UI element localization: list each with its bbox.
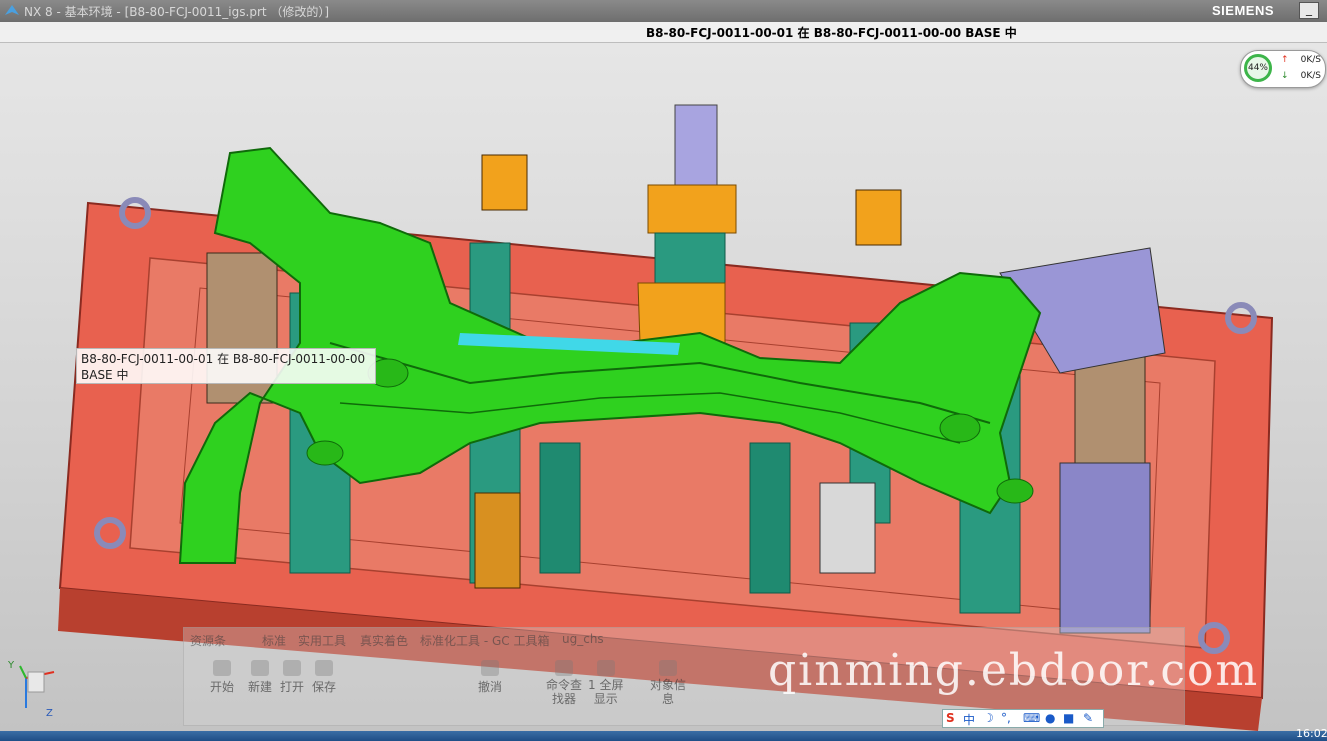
orange-pad xyxy=(637,282,726,344)
siemens-brand: SIEMENS xyxy=(1212,3,1275,18)
cpu-percent-ring: 44% xyxy=(1244,54,1272,82)
save-icon xyxy=(315,660,333,676)
open-button[interactable]: 打开 xyxy=(280,660,304,695)
teal-block xyxy=(654,232,726,284)
undo-icon xyxy=(481,660,499,676)
bushing xyxy=(939,413,981,443)
command-finder-icon xyxy=(555,660,573,676)
save-button[interactable]: 保存 xyxy=(312,660,336,695)
tab-gc-toolkit[interactable]: 标准化工具 - GC 工具箱 xyxy=(420,632,549,649)
purple-clamp xyxy=(1059,462,1151,634)
teal-clamp xyxy=(749,442,791,594)
z-axis-label: Z xyxy=(46,708,53,718)
object-info-button[interactable]: 对象信 息 xyxy=(650,660,686,706)
orange-clamp-head xyxy=(481,154,528,211)
network-monitor[interactable]: 44% ↑ 0K/S ↓ 0K/S xyxy=(1240,50,1326,88)
punctuation-icon[interactable]: °, xyxy=(1001,711,1011,725)
start-icon xyxy=(213,660,231,676)
skin-icon[interactable]: ■ xyxy=(1063,711,1074,725)
nx-logo-icon xyxy=(5,5,19,15)
orange-clamp-head xyxy=(855,189,902,246)
new-button[interactable]: 新建 xyxy=(248,660,272,695)
upload-arrow-icon: ↑ xyxy=(1281,55,1289,65)
window-title-bar: NX 8 - 基本环境 - [B8-80-FCJ-0011_igs.prt （修… xyxy=(0,0,1327,22)
status-line: B8-80-FCJ-0011-00-01 在 B8-80-FCJ-0011-00… xyxy=(0,22,1327,43)
bushing xyxy=(306,440,344,466)
minimize-button[interactable]: _ xyxy=(1299,2,1319,19)
command-finder-button[interactable]: 命令查 找器 xyxy=(546,660,582,706)
sogou-logo-icon[interactable]: S xyxy=(946,711,955,725)
folder-icon xyxy=(283,660,301,676)
moon-icon[interactable]: ☽ xyxy=(983,711,994,725)
cylinder-body xyxy=(674,104,718,186)
y-axis-label: Y xyxy=(7,660,15,671)
tab-resource-bar[interactable]: 资源条 xyxy=(190,632,226,649)
start-button[interactable]: 开始 xyxy=(210,660,234,695)
orange-clamp-head xyxy=(474,492,521,589)
fullscreen-icon xyxy=(596,660,615,676)
watermark-text: qinming.ebdoor.com xyxy=(768,645,1260,696)
axis-triad: Y Z xyxy=(7,660,55,718)
new-file-icon xyxy=(251,660,269,676)
windows-taskbar[interactable]: 16:02 xyxy=(0,727,1327,741)
selection-tooltip: B8-80-FCJ-0011-00-01 在 B8-80-FCJ-0011-00… xyxy=(76,348,376,384)
download-rate: ↓ 0K/S xyxy=(1281,71,1321,81)
tab-ug-chs[interactable]: ug_chs xyxy=(562,632,604,646)
undo-button[interactable]: 撤消 xyxy=(478,660,502,695)
bushing xyxy=(996,478,1034,504)
grey-cylinder xyxy=(819,482,876,574)
user-icon[interactable]: ● xyxy=(1045,711,1055,725)
tab-true-shading[interactable]: 真实着色 xyxy=(360,632,408,649)
teal-clamp xyxy=(539,442,581,574)
taskbar-clock: 16:02 xyxy=(1296,727,1327,740)
window-title: NX 8 - 基本环境 - [B8-80-FCJ-0011_igs.prt （修… xyxy=(24,5,330,19)
settings-wrench-icon[interactable]: ✎ xyxy=(1083,711,1093,725)
info-icon xyxy=(659,660,677,676)
fullscreen-button[interactable]: 1 全屏 显示 xyxy=(588,660,623,706)
status-message: B8-80-FCJ-0011-00-01 在 B8-80-FCJ-0011-00… xyxy=(646,26,1017,40)
upload-rate: ↑ 0K/S xyxy=(1281,55,1321,65)
tab-utilities[interactable]: 实用工具 xyxy=(298,632,346,649)
orange-block xyxy=(647,184,737,234)
tab-standard[interactable]: 标准 xyxy=(262,632,286,649)
keyboard-icon[interactable]: ⌨ xyxy=(1023,711,1040,725)
download-arrow-icon: ↓ xyxy=(1281,71,1289,81)
ime-toolbar[interactable]: S 中 ☽ °, ⌨ ● ■ ✎ xyxy=(942,709,1104,728)
ime-language-toggle[interactable]: 中 xyxy=(963,711,975,728)
